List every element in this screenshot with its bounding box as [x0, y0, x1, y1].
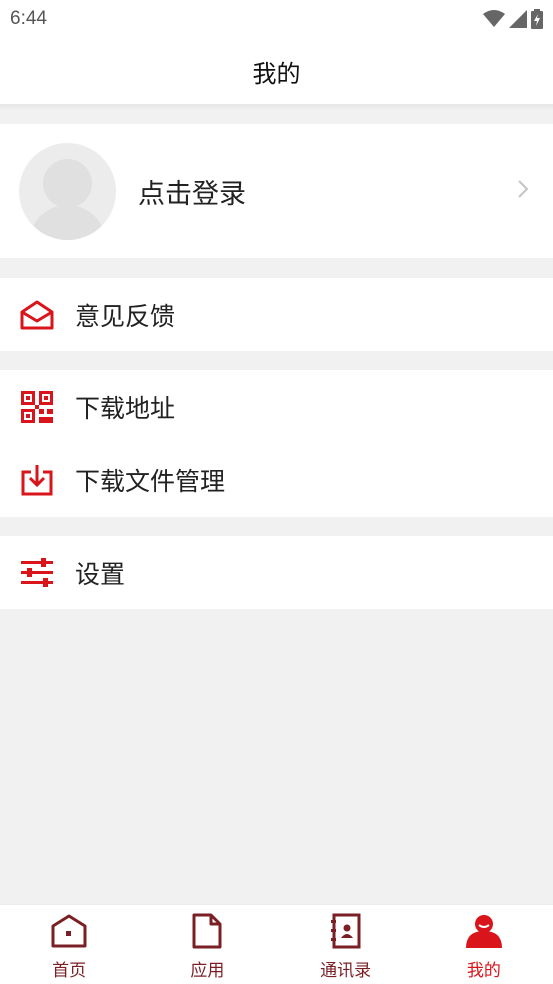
menu-item-download-address[interactable]: 下载地址: [0, 370, 553, 443]
sliders-icon: [20, 556, 54, 590]
menu-item-label: 设置: [75, 559, 126, 589]
header: 我的: [0, 38, 553, 104]
nav-item-home[interactable]: 首页: [0, 905, 138, 984]
signal-icon: [509, 10, 527, 28]
contacts-icon: [326, 911, 366, 951]
settings-section: 设置: [0, 536, 553, 609]
download-section: 下载地址 下载文件管理: [0, 370, 553, 517]
chevron-right-icon: [518, 180, 529, 198]
menu-item-download-files[interactable]: 下载文件管理: [0, 443, 553, 517]
download-icon: [20, 463, 54, 497]
user-icon: [464, 911, 504, 951]
nav-label: 我的: [466, 961, 501, 981]
menu-item-label: 意见反馈: [75, 301, 176, 331]
status-time: 6:44: [10, 8, 47, 29]
nav-label: 应用: [190, 961, 225, 981]
mail-icon: [20, 298, 54, 332]
qr-code-icon: [20, 390, 54, 424]
menu-item-label: 下载文件管理: [75, 467, 226, 496]
profile-login-card[interactable]: 点击登录: [0, 124, 553, 258]
nav-item-apps[interactable]: 应用: [138, 905, 276, 984]
menu-item-label: 下载地址: [75, 393, 176, 423]
menu-item-feedback[interactable]: 意见反馈: [0, 278, 553, 351]
wifi-icon: [483, 10, 505, 27]
login-label: 点击登录: [138, 178, 246, 210]
nav-label: 通讯录: [320, 961, 372, 981]
document-icon: [187, 911, 227, 951]
bottom-nav: 首页 应用 通讯录 我的: [0, 904, 553, 984]
battery-icon: [531, 9, 543, 29]
nav-item-mine[interactable]: 我的: [415, 905, 553, 984]
home-icon: [49, 911, 89, 951]
menu-item-settings[interactable]: 设置: [0, 536, 553, 609]
feedback-section: 意见反馈: [0, 278, 553, 351]
nav-item-contacts[interactable]: 通讯录: [277, 905, 415, 984]
status-bar: 6:44: [0, 0, 553, 38]
avatar: [19, 142, 116, 240]
status-icons: [483, 9, 543, 29]
page-title: 我的: [252, 59, 301, 88]
header-divider: [0, 104, 553, 110]
nav-label: 首页: [52, 961, 87, 981]
